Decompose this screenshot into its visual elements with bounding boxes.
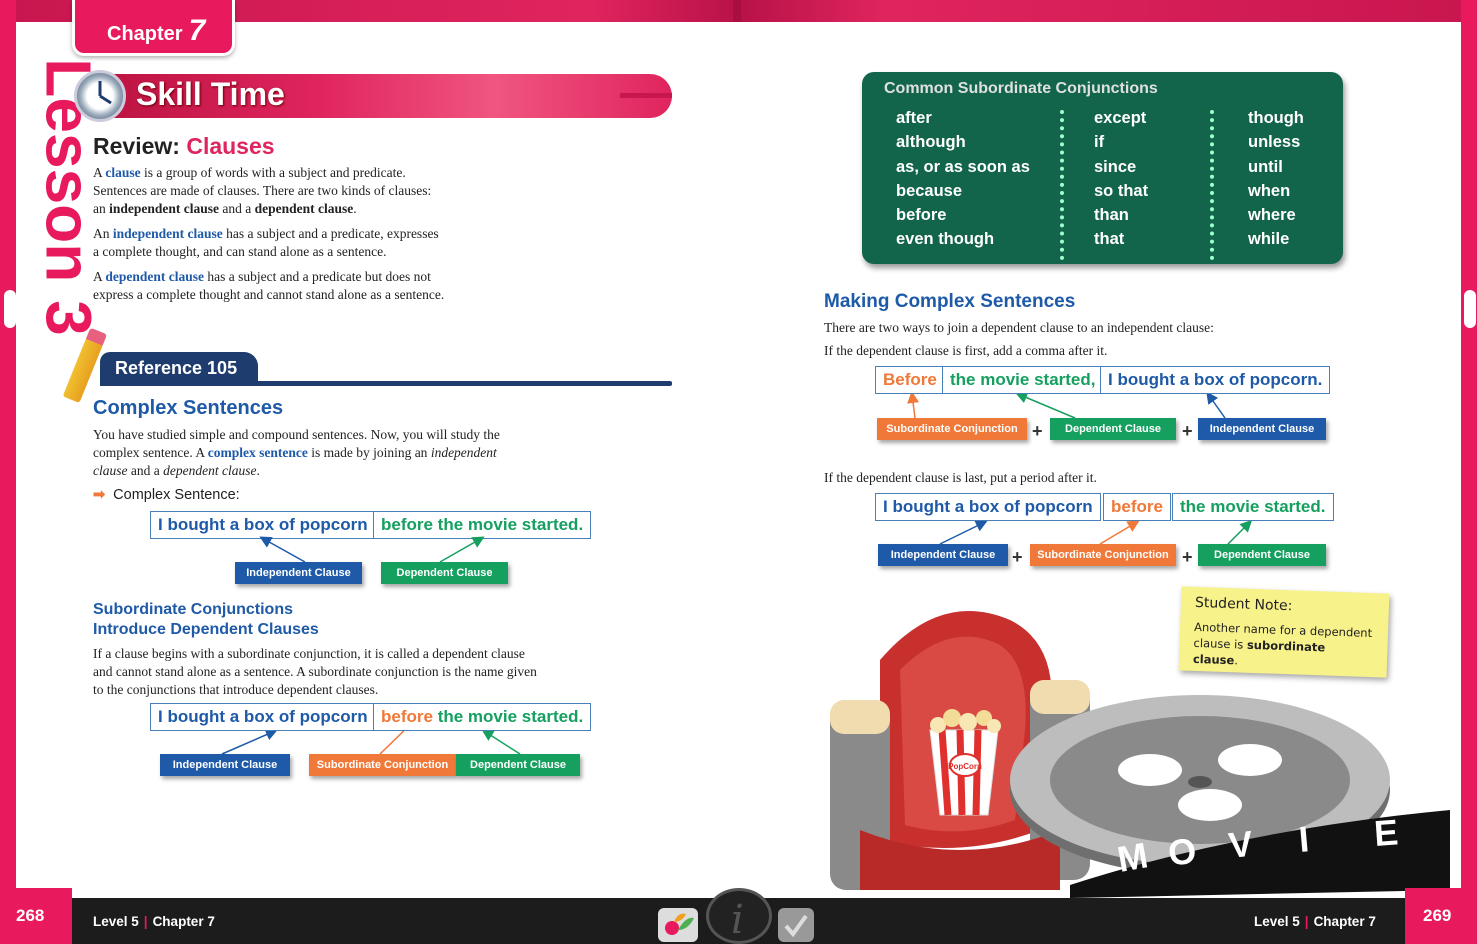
making-paragraph-2: If the dependent clause is first, add a … [824,343,1108,358]
example3-conjunction-box: Before [875,366,945,394]
example2-independent-box: I bought a box of popcorn [150,703,376,731]
movie-letter-e: E [1373,811,1400,854]
plus-sign: + [1032,421,1043,441]
example4-subordinate-label: Subordinate Conjunction [1030,544,1176,566]
table-divider [1210,110,1214,260]
example2-subordinate-label: Subordinate Conjunction [309,754,456,776]
conjunction-col-3: though unless until when where while [1248,109,1304,249]
example2-independent-label: Independent Clause [160,754,290,776]
example3-dependent-box: the movie started, [942,366,1104,394]
movie-letter-v: V [1227,823,1255,866]
movie-illustration: PopCorn M O V I E [830,611,1450,898]
svg-text:i: i [731,897,744,941]
plus-sign: + [1012,547,1023,567]
example3-independent-label: Independent Clause [1198,418,1326,440]
plus-sign: + [1182,421,1193,441]
popcorn-brand-label: PopCorn [948,762,982,771]
conjunction-col-1: after although as, or as soon as because bef… [896,109,1030,249]
making-paragraph-1: There are two ways to join a dependent c… [824,320,1214,335]
conjunction-table-title: Common Subordinate Conjunctions [884,80,1158,97]
making-paragraph-3: If the dependent clause is last, put a p… [824,470,1097,485]
example4-conjunction-box: before [1103,493,1171,521]
checkmark-logo-icon [778,908,814,942]
making-title: Making Complex Sentences [824,291,1076,312]
plus-sign: + [1182,547,1193,567]
page-number-left: 268 [0,888,72,944]
example1-independent-label: Independent Clause [235,562,362,584]
subconj-title: Subordinate Conjunctions Introduce Depend… [93,601,319,638]
movie-letter-o: O [1165,829,1198,874]
popcorn-icon: PopCorn [929,709,1001,816]
example3-subordinate-label: Subordinate Conjunction [877,418,1027,440]
example1-dependent-label: Dependent Clause [381,562,508,584]
example4-dependent-label: Dependent Clause [1198,544,1326,566]
example3-dependent-label: Dependent Clause [1050,418,1176,440]
example2-rest: the movie started. [432,707,584,726]
example3-independent-box: I bought a box of popcorn. [1100,366,1331,394]
example4-independent-box: I bought a box of popcorn [875,493,1101,521]
info-logo-icon: i [706,888,772,944]
footer-label-left: Level 5 | Chapter 7 [93,914,215,929]
example2-dependent-label: Dependent Clause [456,754,580,776]
table-divider [1060,110,1064,260]
example4-independent-label: Independent Clause [878,544,1008,566]
conjunction-col-2: except if since so that than that [1094,109,1149,249]
subconj-paragraph: If a clause begins with a subordinate co… [93,646,537,697]
example2-conjunction: before [381,707,433,726]
page-number-right: 269 [1405,888,1477,944]
example2-dependent-box: before the movie started. [373,703,592,731]
footer-label-right: Level 5 | Chapter 7 [1254,914,1376,929]
leaf-logo-icon [658,908,698,942]
example4-dependent-box: the movie started. [1172,493,1334,521]
